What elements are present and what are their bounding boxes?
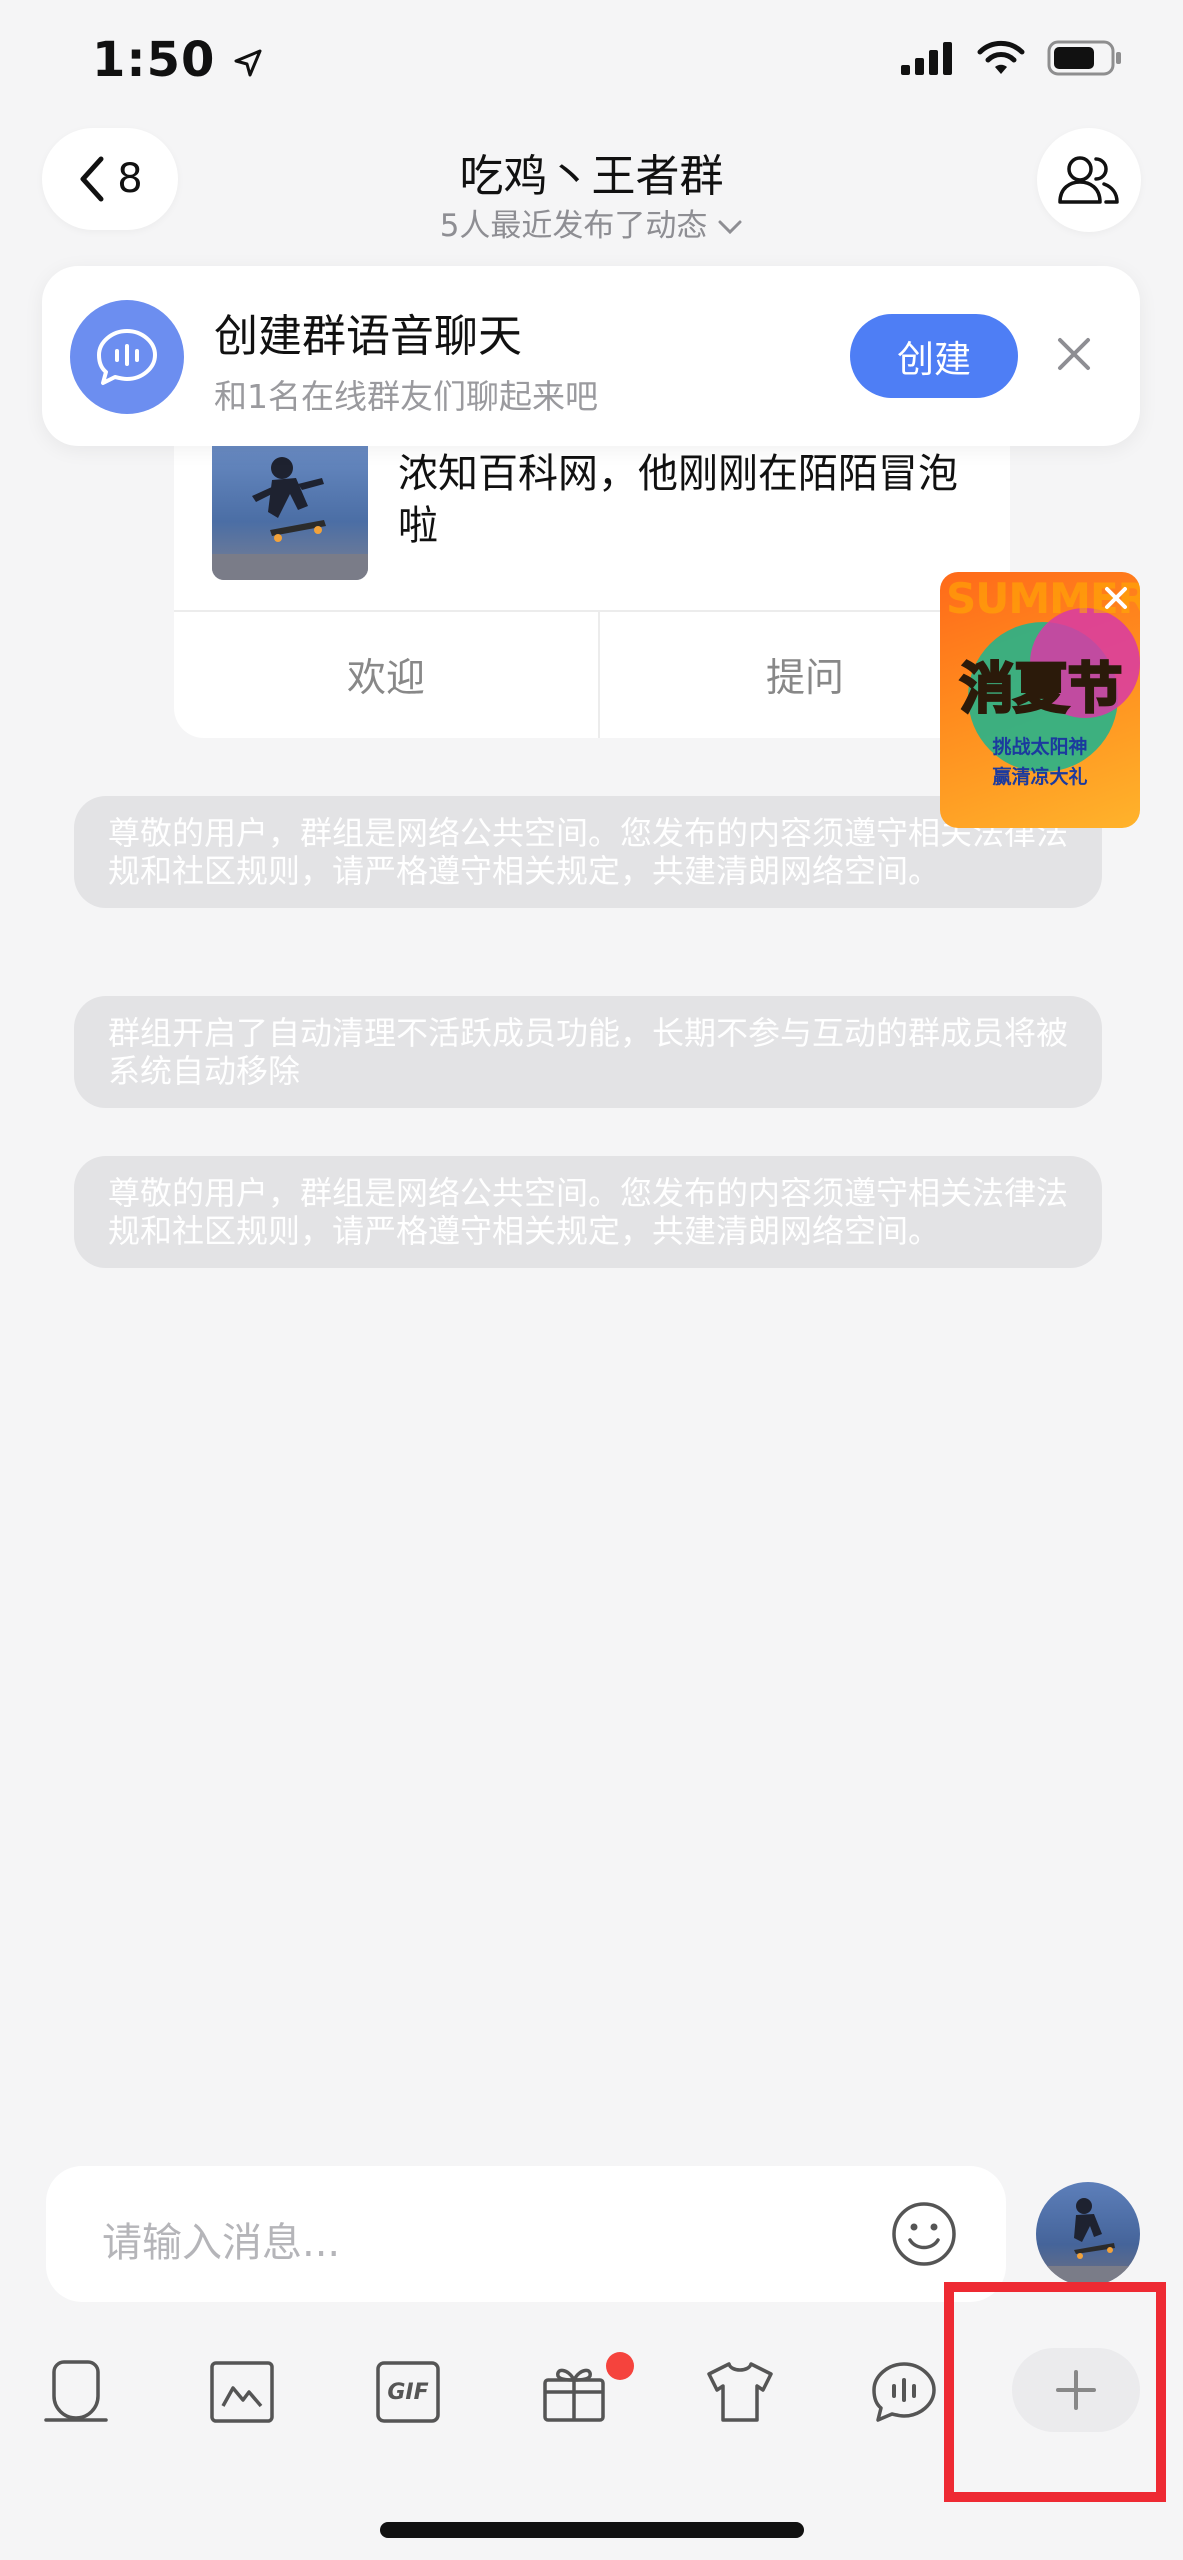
outfit-icon [707,2362,773,2422]
voice-chat-banner: 创建群语音聊天 和1名在线群友们聊起来吧 创建 [42,266,1140,446]
voice-button[interactable] [40,2356,112,2428]
welcome-message: 浓知百科网，他刚刚在陌陌冒泡啦 [398,451,958,549]
system-notice: 尊敬的用户，群组是网络公共空间。您发布的内容须遵守相关法律法规和社区规则，请严格… [74,1156,1102,1268]
promo-title: 消夏节 [959,656,1124,722]
summer-festival-promo[interactable]: SUMMER 消夏节 挑战太阳神 赢清凉大礼 [940,572,1140,828]
close-icon[interactable] [1050,330,1098,378]
input-placeholder: 请输入消息... [102,2220,341,2266]
voice-chat-button[interactable] [868,2356,940,2428]
voice-banner-title: 创建群语音聊天 [214,311,522,362]
status-indicators [901,40,1123,76]
voice-chat-icon [70,300,184,414]
battery-icon [1047,40,1121,76]
user-thumbnail[interactable] [212,434,368,580]
create-voice-chat-button[interactable]: 创建 [850,314,1018,398]
skateboarder-image [212,457,368,580]
message-input[interactable]: 请输入消息... [46,2166,1006,2302]
cellular-signal-icon [901,42,952,75]
notification-dot [606,2352,634,2380]
image-button[interactable] [206,2356,278,2428]
close-icon[interactable] [1100,582,1132,614]
gift-icon [543,2368,605,2422]
voice-icon [44,2360,108,2422]
outfit-button[interactable] [704,2356,776,2428]
time-text: 1:50 [92,32,216,88]
highlight-annotation [944,2282,1166,2502]
subtitle-text: 5人最近发布了动态 [439,208,708,244]
promo-line: 赢清凉大礼 [992,766,1088,788]
gif-button[interactable]: GIF [372,2356,444,2428]
welcome-button[interactable]: 欢迎 [174,612,598,738]
emoji-icon[interactable] [890,2200,958,2268]
status-time: 1:50 [92,32,263,88]
chevron-down-icon [718,220,742,235]
gift-button[interactable] [538,2356,610,2428]
group-members-icon [1058,156,1119,204]
page-title[interactable]: 吃鸡丶王者群 [0,140,1183,204]
system-notice: 群组开启了自动清理不活跃成员功能，长期不参与互动的群成员将被系统自动移除 [74,996,1102,1108]
group-members-button[interactable] [1037,128,1141,232]
image-icon [210,2361,274,2423]
wifi-icon [977,40,1025,74]
group-activity-subtitle[interactable]: 5人最近发布了动态 [0,200,1183,245]
gif-label: GIF [387,2379,429,2405]
home-indicator [380,2522,804,2538]
promo-line: 挑战太阳神 [992,736,1088,758]
voice-banner-description: 和1名在线群友们聊起来吧 [214,377,598,416]
welcome-card: 浓知百科网，他刚刚在陌陌冒泡啦 欢迎 提问 [174,410,1010,738]
voice-chat-icon [872,2362,936,2422]
avatar[interactable] [1036,2182,1140,2286]
location-arrow-icon [234,49,262,77]
skateboarder-image [1036,2198,1140,2286]
